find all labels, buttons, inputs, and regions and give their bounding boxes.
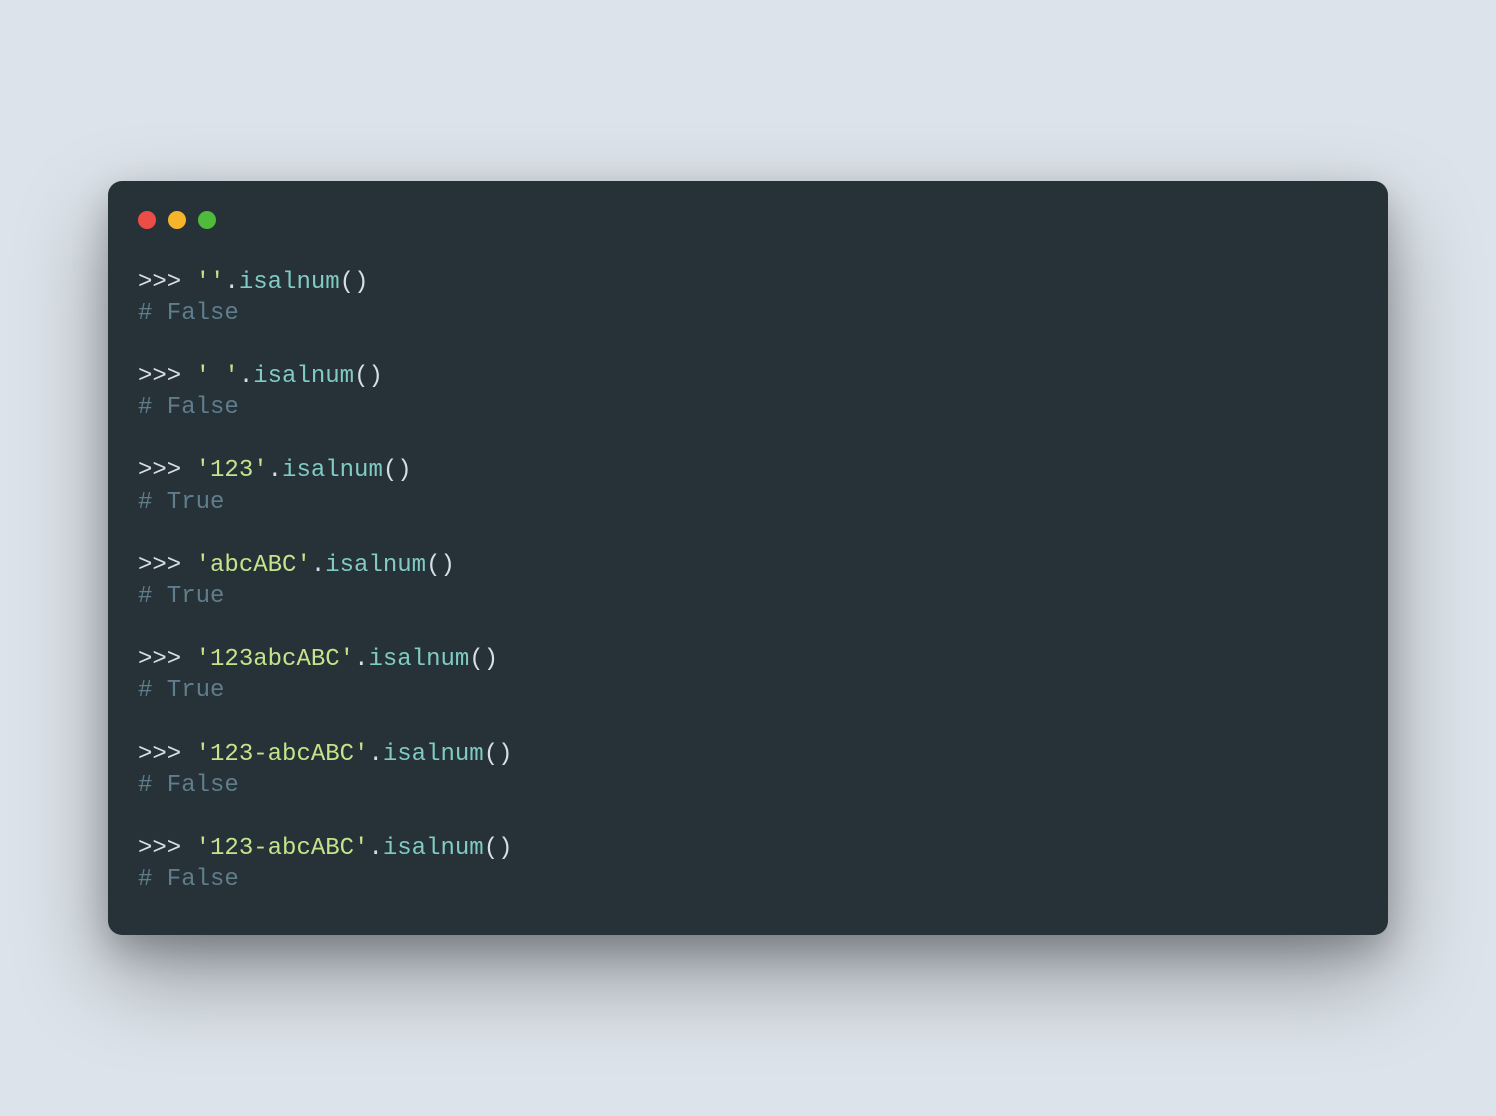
code-line: >>> '123-abcABC'.isalnum() xyxy=(138,739,1358,770)
code-block: >>> ' '.isalnum() # False xyxy=(138,361,1358,423)
string-literal: '123abcABC' xyxy=(196,646,354,673)
parentheses: () xyxy=(484,835,513,862)
comment-result: # True xyxy=(138,583,224,610)
window-controls xyxy=(138,211,1358,229)
method-name: isalnum xyxy=(325,552,426,579)
code-line: >>> '123'.isalnum() xyxy=(138,455,1358,486)
space xyxy=(181,363,195,390)
code-line: # False xyxy=(138,392,1358,423)
code-line: >>> ' '.isalnum() xyxy=(138,361,1358,392)
repl-prompt: >>> xyxy=(138,741,181,768)
repl-prompt: >>> xyxy=(138,646,181,673)
code-block: >>> '123-abcABC'.isalnum() # False xyxy=(138,739,1358,801)
parentheses: () xyxy=(469,646,498,673)
code-line: >>> 'abcABC'.isalnum() xyxy=(138,550,1358,581)
space xyxy=(181,269,195,296)
comment-result: # False xyxy=(138,394,239,421)
string-literal: ' ' xyxy=(196,363,239,390)
comment-result: # True xyxy=(138,489,224,516)
repl-prompt: >>> xyxy=(138,552,181,579)
code-block: >>> '123'.isalnum() # True xyxy=(138,455,1358,517)
parentheses: () xyxy=(340,269,369,296)
comment-result: # False xyxy=(138,866,239,893)
space xyxy=(181,552,195,579)
code-block: >>> '123abcABC'.isalnum() # True xyxy=(138,644,1358,706)
close-icon[interactable] xyxy=(138,211,156,229)
space xyxy=(181,646,195,673)
space xyxy=(181,741,195,768)
comment-result: # False xyxy=(138,300,239,327)
code-line: # False xyxy=(138,864,1358,895)
method-name: isalnum xyxy=(239,269,340,296)
string-literal: '123-abcABC' xyxy=(196,741,369,768)
code-line: >>> ''.isalnum() xyxy=(138,267,1358,298)
method-name: isalnum xyxy=(282,457,383,484)
string-literal: 'abcABC' xyxy=(196,552,311,579)
dot-operator: . xyxy=(239,363,253,390)
repl-prompt: >>> xyxy=(138,269,181,296)
code-line: # True xyxy=(138,581,1358,612)
space xyxy=(181,835,195,862)
repl-prompt: >>> xyxy=(138,457,181,484)
dot-operator: . xyxy=(224,269,238,296)
code-line: # True xyxy=(138,675,1358,706)
code-area: >>> ''.isalnum() # False >>> ' '.isalnum… xyxy=(138,267,1358,896)
method-name: isalnum xyxy=(253,363,354,390)
code-block: >>> 'abcABC'.isalnum() # True xyxy=(138,550,1358,612)
string-literal: '123' xyxy=(196,457,268,484)
dot-operator: . xyxy=(268,457,282,484)
dot-operator: . xyxy=(368,741,382,768)
method-name: isalnum xyxy=(383,835,484,862)
repl-prompt: >>> xyxy=(138,835,181,862)
method-name: isalnum xyxy=(368,646,469,673)
zoom-icon[interactable] xyxy=(198,211,216,229)
code-block: >>> '123-abcABC'.isalnum() # False xyxy=(138,833,1358,895)
terminal-window: >>> ''.isalnum() # False >>> ' '.isalnum… xyxy=(108,181,1388,936)
method-name: isalnum xyxy=(383,741,484,768)
repl-prompt: >>> xyxy=(138,363,181,390)
space xyxy=(181,457,195,484)
code-line: >>> '123-abcABC'.isalnum() xyxy=(138,833,1358,864)
code-line: # False xyxy=(138,298,1358,329)
dot-operator: . xyxy=(354,646,368,673)
comment-result: # True xyxy=(138,677,224,704)
comment-result: # False xyxy=(138,772,239,799)
code-line: >>> '123abcABC'.isalnum() xyxy=(138,644,1358,675)
code-block: >>> ''.isalnum() # False xyxy=(138,267,1358,329)
parentheses: () xyxy=(354,363,383,390)
dot-operator: . xyxy=(311,552,325,579)
dot-operator: . xyxy=(368,835,382,862)
string-literal: '123-abcABC' xyxy=(196,835,369,862)
code-line: # True xyxy=(138,487,1358,518)
parentheses: () xyxy=(484,741,513,768)
parentheses: () xyxy=(426,552,455,579)
string-literal: '' xyxy=(196,269,225,296)
code-line: # False xyxy=(138,770,1358,801)
parentheses: () xyxy=(383,457,412,484)
minimize-icon[interactable] xyxy=(168,211,186,229)
